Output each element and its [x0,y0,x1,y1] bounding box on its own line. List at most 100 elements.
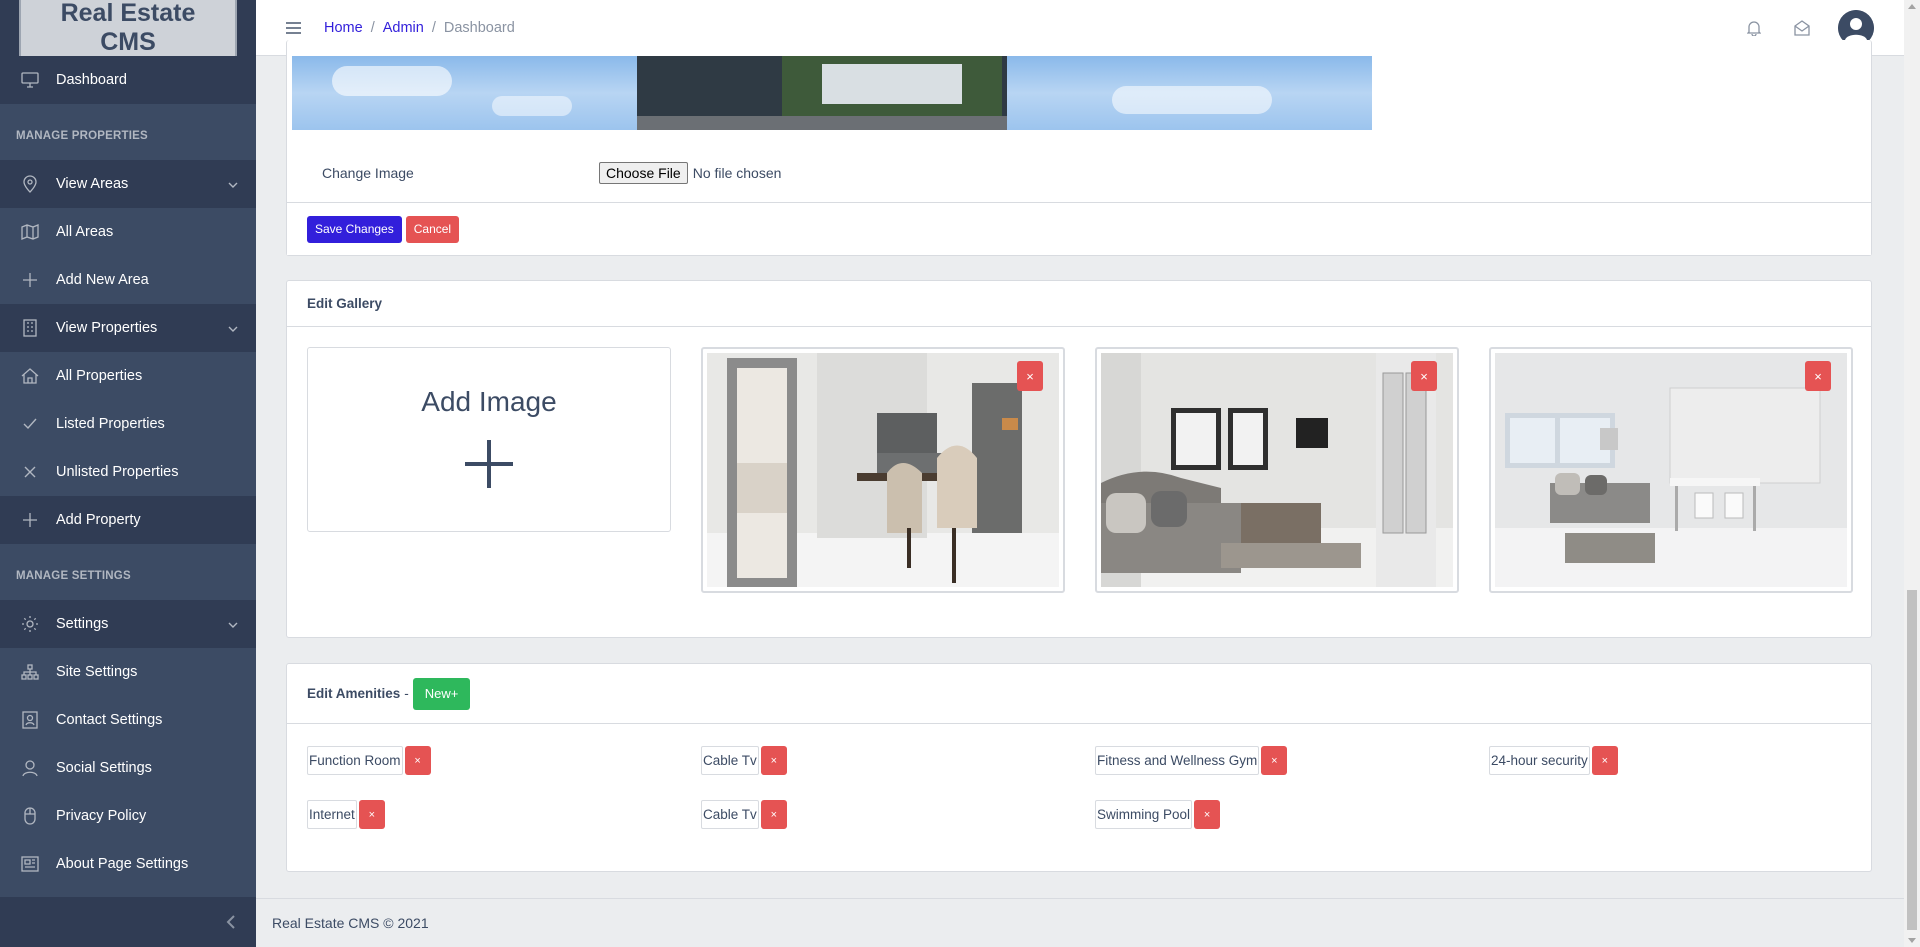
change-image-label: Change Image [322,165,414,181]
location-pin-icon [20,174,40,194]
amenity-label: 24-hour security [1489,746,1590,775]
remove-amenity-button[interactable]: × [404,746,431,775]
remove-image-button[interactable]: × [1805,361,1831,391]
amenity-label: Fitness and Wellness Gym [1095,746,1260,775]
chevron-down-icon [228,321,238,337]
gallery-image: × [1095,347,1459,593]
menu-toggle-icon[interactable] [286,19,304,37]
save-changes-button[interactable]: Save Changes [307,216,402,243]
plus-icon [20,510,40,530]
remove-amenity-button[interactable]: × [760,746,787,775]
sidebar-item-label: Settings [56,616,109,632]
sidebar-item-all-properties[interactable]: All Properties [0,352,256,400]
remove-image-button[interactable]: × [1017,361,1043,391]
chevron-left-icon [226,909,236,935]
remove-amenity-button[interactable]: × [1261,746,1288,775]
sidebar-item-view-areas[interactable]: View Areas [0,160,256,208]
dining-room-photo [707,353,1059,587]
amenity-label: Cable Tv [701,746,759,775]
brand[interactable]: Real Estate CMS [0,0,256,64]
sidebar-item-label: All Properties [56,368,143,384]
bell-icon[interactable] [1730,20,1778,36]
newspaper-icon [20,854,40,874]
breadcrumb-current: Dashboard [443,19,515,36]
chevron-down-icon [228,617,238,633]
add-image-button[interactable]: Add Image [307,347,671,532]
sitemap-icon [20,662,40,682]
amenity-label: Internet [307,800,357,829]
sidebar-item-listed-properties[interactable]: Listed Properties [0,400,256,448]
remove-amenity-button[interactable]: × [760,800,787,829]
chevron-down-icon [228,177,238,193]
scroll-up-arrow-icon[interactable] [1908,4,1916,9]
sidebar-item-settings[interactable]: Settings [0,600,256,648]
sidebar-item-label: Social Settings [56,760,152,776]
sidebar-item-add-property[interactable]: Add Property [0,496,256,544]
amenity-item: Cable Tv × [701,800,787,829]
amenity-label: Cable Tv [701,800,759,829]
scroll-down-arrow-icon[interactable] [1908,938,1916,943]
sidebar-item-label: Privacy Policy [56,808,147,824]
footer: Real Estate CMS © 2021 [256,898,1904,947]
choose-file-button[interactable]: Choose File [599,162,688,184]
mouse-icon [20,806,40,826]
building-icon [20,318,40,338]
x-icon [20,462,40,482]
page-scrollbar[interactable] [1904,0,1920,947]
breadcrumb: Home / Admin / Dashboard [324,20,515,36]
breadcrumb-home[interactable]: Home [324,20,363,36]
sidebar-item-label: Add Property [56,512,141,528]
sidebar-item-label: Listed Properties [56,416,165,432]
amenities-card: Edit Amenities - New+ Function Room × Ca… [286,663,1872,872]
title-dash: - [404,686,409,701]
banner-image [292,56,1372,130]
sidebar-item-label: Unlisted Properties [56,464,179,480]
sidebar-minimizer[interactable] [0,897,256,947]
amenities-header: Edit Amenities - New+ [287,664,1871,724]
sidebar-item-social-settings[interactable]: Social Settings [0,744,256,792]
breadcrumb-admin[interactable]: Admin [383,20,424,36]
envelope-open-icon[interactable] [1778,20,1826,36]
amenity-item: Internet × [307,800,385,829]
new-amenity-button[interactable]: New+ [412,677,471,710]
footer-copyright: Real Estate CMS © 2021 [272,915,429,931]
user-icon [20,758,40,778]
sidebar-item-site-settings[interactable]: Site Settings [0,648,256,696]
breadcrumb-separator: / [370,19,375,36]
brand-logo[interactable]: Real Estate CMS [19,0,237,64]
amenities-title: Edit Amenities [307,686,401,701]
gallery-image: × [701,347,1065,593]
remove-amenity-button[interactable]: × [358,800,385,829]
section-title-properties: MANAGE PROPERTIES [0,104,256,160]
remove-amenity-button[interactable]: × [1194,800,1221,829]
sidebar-item-dashboard[interactable]: Dashboard [0,56,256,104]
amenity-item: Cable Tv × [701,746,787,775]
file-status: No file chosen [692,165,782,181]
gear-icon [20,614,40,634]
sidebar-item-about-settings[interactable]: About Page Settings [0,840,256,888]
sidebar-item-unlisted-properties[interactable]: Unlisted Properties [0,448,256,496]
cancel-button[interactable]: Cancel [405,216,460,243]
amenity-item: Swimming Pool × [1095,800,1221,829]
remove-image-button[interactable]: × [1411,361,1437,391]
amenity-item: 24-hour security × [1489,746,1618,775]
sidebar-item-label: Contact Settings [56,712,163,728]
remove-amenity-button[interactable]: × [1591,746,1618,775]
amenity-label: Function Room [307,746,403,775]
sidebar-item-all-areas[interactable]: All Areas [0,208,256,256]
sidebar-item-privacy-policy[interactable]: Privacy Policy [0,792,256,840]
sidebar-item-add-area[interactable]: Add New Area [0,256,256,304]
map-icon [20,222,40,242]
sidebar-item-contact-settings[interactable]: Contact Settings [0,696,256,744]
sidebar-item-view-properties[interactable]: View Properties [0,304,256,352]
amenity-item: Function Room × [307,746,431,775]
check-icon [20,414,40,434]
sidebar-item-label: Dashboard [56,72,127,88]
gallery-card: Edit Gallery Add Image × × × [286,280,1872,638]
scroll-thumb[interactable] [1907,590,1917,930]
sidebar-item-label: View Areas [56,176,129,192]
gallery-image: × [1489,347,1853,593]
sidebar-item-label: Add New Area [56,272,149,288]
home-icon [20,366,40,386]
gallery-title: Edit Gallery [287,281,1871,327]
